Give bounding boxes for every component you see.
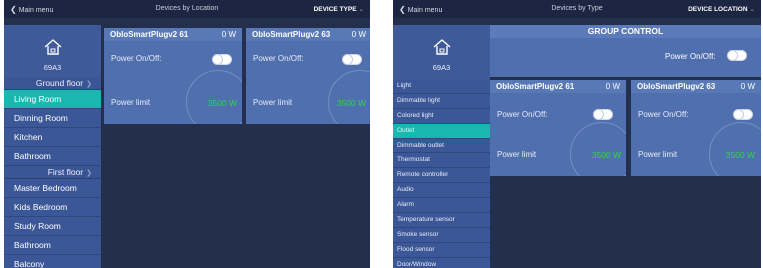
- sidebar-item-dimmable-light[interactable]: Dimmable light: [393, 93, 490, 109]
- sidebar-item-study-room[interactable]: Study Room: [4, 217, 101, 236]
- power-dial: [328, 70, 370, 124]
- power-dial: [186, 70, 242, 124]
- home-code: 69A3: [43, 63, 62, 72]
- devices-by-type-screen: ❮ Main menu Devices by Type DEVICE LOCATI…: [393, 0, 761, 268]
- devices-by-location-screen: ❮ Main menu Devices by Location DEVICE TY…: [4, 0, 370, 268]
- sidebar-item-flood-sensor[interactable]: Flood sensor: [393, 242, 490, 258]
- device-power: 0 W: [605, 82, 620, 91]
- group-power-label: Power On/Off:: [665, 52, 716, 61]
- power-limit-value[interactable]: 3500 W: [337, 98, 366, 108]
- group-control: GROUP CONTROL Power On/Off:: [490, 25, 761, 77]
- sidebar-item-smoke-sensor[interactable]: Smoke sensor: [393, 227, 490, 243]
- device-power: 0 W: [221, 30, 236, 39]
- group-control-title: GROUP CONTROL: [490, 25, 761, 38]
- group-power-toggle[interactable]: [727, 50, 747, 61]
- home-header[interactable]: 69A3: [393, 25, 490, 79]
- sidebar-item-bathroom-ground[interactable]: Bathroom: [4, 147, 101, 166]
- device-card[interactable]: ObloSmartPlugv2 61 0 W Power On/Off: Powe…: [104, 28, 242, 124]
- home-code: 69A3: [432, 63, 451, 72]
- chevron-down-icon: ⌄: [749, 6, 755, 13]
- power-limit-label: Power limit: [253, 98, 293, 107]
- home-header[interactable]: 69A3: [4, 25, 101, 77]
- floor-header-ground[interactable]: Ground floor ❯: [4, 77, 101, 90]
- power-label: Power On/Off:: [638, 110, 689, 119]
- sidebar-item-balcony[interactable]: Balcony: [4, 255, 101, 268]
- sidebar-item-audio[interactable]: Audio: [393, 183, 490, 199]
- sidebar-item-dinning-room[interactable]: Dinning Room: [4, 109, 101, 128]
- device-card[interactable]: ObloSmartPlugv2 61 0 W Power On/Off: Powe…: [490, 80, 626, 176]
- power-dial: [570, 122, 626, 176]
- sidebar-item-master-bedroom[interactable]: Master Bedroom: [4, 179, 101, 198]
- power-label: Power On/Off:: [111, 54, 162, 63]
- device-name: ObloSmartPlugv2 63: [637, 82, 716, 91]
- home-icon: [44, 39, 61, 55]
- home-icon: [433, 39, 450, 55]
- power-limit-value[interactable]: 3500 W: [726, 150, 755, 160]
- power-limit-label: Power limit: [111, 98, 151, 107]
- power-label: Power On/Off:: [497, 110, 548, 119]
- chevron-right-icon: ❯: [86, 81, 92, 88]
- sidebar-item-kitchen[interactable]: Kitchen: [4, 128, 101, 147]
- sidebar-item-remote-controller[interactable]: Remote controller: [393, 168, 490, 184]
- device-card[interactable]: ObloSmartPlugv2 63 0 W Power On/Off: Powe…: [246, 28, 370, 124]
- type-sidebar: 69A3 Light Dimmable light Colored light …: [393, 25, 490, 268]
- power-toggle[interactable]: [593, 109, 613, 120]
- device-name: ObloSmartPlugv2 61: [110, 30, 189, 39]
- top-bar: ❮ Main menu Devices by Location DEVICE TY…: [4, 0, 370, 18]
- device-card[interactable]: ObloSmartPlugv2 63 0 W Power On/Off: Powe…: [631, 80, 761, 176]
- sidebar-item-colored-light[interactable]: Colored light: [393, 108, 490, 124]
- power-limit-value[interactable]: 3500 W: [592, 150, 621, 160]
- sidebar-item-kids-bedroom[interactable]: Kids Bedroom: [4, 198, 101, 217]
- sidebar-item-living-room[interactable]: Living Room: [4, 90, 101, 109]
- device-name: ObloSmartPlugv2 61: [496, 82, 575, 91]
- sidebar-item-bathroom-first[interactable]: Bathroom: [4, 236, 101, 255]
- power-toggle[interactable]: [212, 54, 232, 65]
- power-limit-label: Power limit: [638, 150, 678, 159]
- power-toggle[interactable]: [342, 54, 362, 65]
- sidebar-item-light[interactable]: Light: [393, 79, 490, 94]
- chevron-down-icon: ⌄: [358, 6, 364, 13]
- power-toggle[interactable]: [733, 109, 753, 120]
- power-limit-label: Power limit: [497, 150, 537, 159]
- sidebar-item-dimmable-outlet[interactable]: Dimmable outlet: [393, 138, 490, 154]
- floor-header-first[interactable]: First floor ❯: [4, 166, 101, 179]
- device-power: 0 W: [351, 30, 366, 39]
- device-name: ObloSmartPlugv2 63: [252, 30, 331, 39]
- sidebar-item-thermostat[interactable]: Thermostat: [393, 153, 490, 169]
- top-bar: ❮ Main menu Devices by Type DEVICE LOCATI…: [393, 0, 761, 18]
- sidebar-item-temperature-sensor[interactable]: Temperature sensor: [393, 213, 490, 228]
- location-sidebar: 69A3 Ground floor ❯ Living Room Dinning R…: [4, 25, 101, 268]
- device-type-dropdown[interactable]: DEVICE TYPE ⌄: [314, 5, 364, 13]
- chevron-right-icon: ❯: [86, 170, 92, 177]
- device-location-dropdown[interactable]: DEVICE LOCATION ⌄: [688, 5, 755, 13]
- sidebar-item-outlet[interactable]: Outlet: [393, 123, 490, 139]
- power-limit-value[interactable]: 3500 W: [208, 98, 237, 108]
- power-label: Power On/Off:: [253, 54, 304, 63]
- power-dial: [709, 122, 761, 176]
- sidebar-item-door-window[interactable]: Door/Window: [393, 257, 490, 268]
- sidebar-item-alarm[interactable]: Alarm: [393, 198, 490, 214]
- device-power: 0 W: [740, 82, 755, 91]
